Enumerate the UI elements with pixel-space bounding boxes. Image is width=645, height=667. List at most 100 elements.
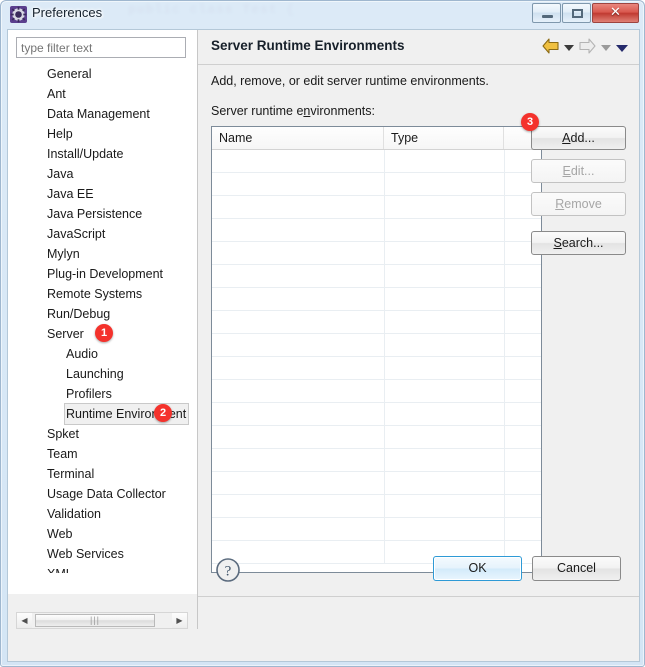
scrollbar-thumb[interactable]: ||| <box>35 614 155 627</box>
table-row[interactable] <box>212 196 541 219</box>
sidebar-item-label: Server <box>47 327 84 341</box>
sidebar-item-java-ee[interactable]: Java EE <box>8 183 197 203</box>
sidebar-item-team[interactable]: Team <box>8 443 197 463</box>
table-cell-divider <box>384 449 385 471</box>
menu-dropdown-icon[interactable] <box>616 45 628 52</box>
preferences-dialog: Preferences ✕ General Ant Data Management H… <box>0 0 645 667</box>
table-cell-divider <box>504 196 505 218</box>
add-button[interactable]: Add... <box>531 126 626 150</box>
sidebar-item-label: Spket <box>47 427 79 441</box>
table-row[interactable] <box>212 150 541 173</box>
cancel-button[interactable]: Cancel <box>532 556 621 581</box>
sidebar-item-audio[interactable]: Audio <box>8 343 197 363</box>
sidebar-item-terminal[interactable]: Terminal <box>8 463 197 483</box>
sidebar-item-spket[interactable]: Spket <box>8 423 197 443</box>
sidebar-item-plug-in-development[interactable]: Plug-in Development <box>8 263 197 283</box>
table-row[interactable] <box>212 311 541 334</box>
table-row[interactable] <box>212 334 541 357</box>
table-cell-divider <box>504 311 505 333</box>
sidebar-item-mylyn[interactable]: Mylyn <box>8 243 197 263</box>
table-row[interactable] <box>212 518 541 541</box>
table-row[interactable] <box>212 288 541 311</box>
sidebar-item-launching[interactable]: Launching <box>8 363 197 383</box>
sidebar-item-install-update[interactable]: Install/Update <box>8 143 197 163</box>
table-row[interactable] <box>212 265 541 288</box>
table-cell-divider <box>384 219 385 241</box>
sidebar-item-profilers[interactable]: Profilers <box>8 383 197 403</box>
sidebar-item-general[interactable]: General <box>8 63 197 83</box>
search-button[interactable]: Search... <box>531 231 626 255</box>
preferences-gear-icon <box>10 6 27 23</box>
preference-tree[interactable]: General Ant Data Management Help Install/Upd… <box>8 63 197 573</box>
forward-dropdown-icon <box>601 45 611 51</box>
sidebar-item-label: Terminal <box>47 467 95 481</box>
sidebar-item-label: Profilers <box>66 387 112 401</box>
step-badge-3: 3 <box>521 113 539 131</box>
sidebar-item-label: XML <box>45 563 76 573</box>
tree-horizontal-scrollbar[interactable]: ◀ ||| ▶ <box>16 612 188 629</box>
table-cell-divider <box>384 518 385 540</box>
sidebar-item-help[interactable]: Help <box>8 123 197 143</box>
table-row[interactable] <box>212 242 541 265</box>
table-cell-divider <box>384 173 385 195</box>
table-row[interactable] <box>212 173 541 196</box>
sidebar-item-server[interactable]: Server 1 <box>8 323 197 343</box>
close-button[interactable]: ✕ <box>592 3 639 23</box>
sidebar-item-remote-systems[interactable]: Remote Systems <box>8 283 197 303</box>
sidebar-item-java[interactable]: Java <box>8 163 197 183</box>
runtime-environments-table[interactable]: Name Type <box>211 126 542 573</box>
table-cell-divider <box>504 334 505 356</box>
table-cell-divider <box>504 403 505 425</box>
sidebar-item-javascript[interactable]: JavaScript <box>8 223 197 243</box>
table-body[interactable] <box>212 150 541 564</box>
maximize-button[interactable] <box>562 3 591 23</box>
table-row[interactable] <box>212 403 541 426</box>
filter-input[interactable] <box>16 37 186 58</box>
sidebar-item-xml[interactable]: XML <box>8 563 197 573</box>
sidebar-item-run-debug[interactable]: Run/Debug <box>8 303 197 323</box>
sidebar-item-ant[interactable]: Ant <box>8 83 197 103</box>
table-header-row: Name Type <box>212 127 541 150</box>
list-label-pre: Server runtime e <box>211 104 304 118</box>
sidebar-item-web[interactable]: Web <box>8 523 197 543</box>
table-row[interactable] <box>212 449 541 472</box>
table-row[interactable] <box>212 472 541 495</box>
sidebar-item-web-services[interactable]: Web Services <box>8 543 197 563</box>
help-question-icon[interactable]: ? <box>215 557 241 583</box>
sidebar-item-java-persistence[interactable]: Java Persistence <box>8 203 197 223</box>
table-column-header-name[interactable]: Name <box>212 127 384 149</box>
table-cell-divider <box>384 334 385 356</box>
table-cell-divider <box>504 219 505 241</box>
back-arrow-icon[interactable] <box>542 38 559 57</box>
table-cell-divider <box>384 357 385 379</box>
close-icon: ✕ <box>610 5 621 20</box>
sidebar-item-usage-data-collector[interactable]: Usage Data Collector <box>8 483 197 503</box>
table-cell-divider <box>384 311 385 333</box>
back-dropdown-icon[interactable] <box>564 45 574 51</box>
table-column-header-type[interactable]: Type <box>384 127 504 149</box>
sidebar-item-runtime-environment[interactable]: Runtime Environment 2 <box>8 403 197 425</box>
table-cell-divider <box>504 426 505 448</box>
forward-arrow-icon <box>579 38 596 57</box>
table-row[interactable] <box>212 495 541 518</box>
scroll-right-icon[interactable]: ▶ <box>172 613 187 628</box>
table-cell-divider <box>504 472 505 494</box>
table-row[interactable] <box>212 380 541 403</box>
sidebar-item-label: Java EE <box>47 187 94 201</box>
remove-button: Remove <box>531 192 626 216</box>
sidebar-item-label: Launching <box>66 367 124 381</box>
title-bar[interactable]: Preferences ✕ <box>1 1 644 29</box>
button-mnemonic: A <box>562 131 571 145</box>
scroll-left-icon[interactable]: ◀ <box>17 613 32 628</box>
table-row[interactable] <box>212 219 541 242</box>
table-row[interactable] <box>212 426 541 449</box>
sidebar-item-validation[interactable]: Validation <box>8 503 197 523</box>
page-description: Add, remove, or edit server runtime envi… <box>211 74 489 88</box>
minimize-button[interactable] <box>532 3 561 23</box>
table-row[interactable] <box>212 357 541 380</box>
sidebar-item-data-management[interactable]: Data Management <box>8 103 197 123</box>
ok-button[interactable]: OK <box>433 556 522 581</box>
sidebar-item-label: Usage Data Collector <box>47 487 166 501</box>
table-cell-divider <box>504 357 505 379</box>
minimize-icon <box>542 15 553 18</box>
